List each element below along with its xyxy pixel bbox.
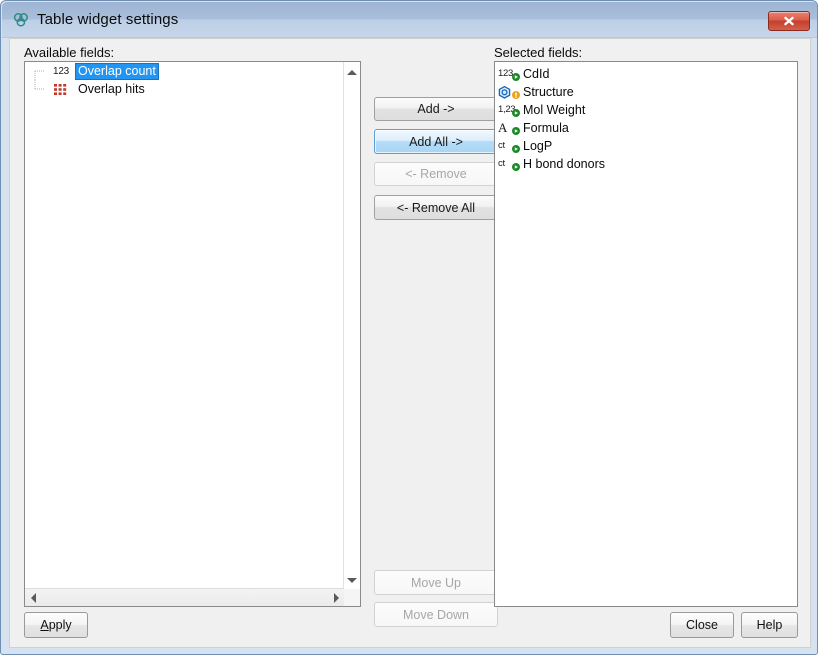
green-arrow-badge xyxy=(512,145,520,153)
title-bar: Table widget settings xyxy=(2,2,817,38)
list-item[interactable]: 123 CdId xyxy=(498,65,797,83)
remove-all-button-label: <- Remove All xyxy=(396,200,476,215)
scroll-up-button[interactable] xyxy=(344,64,360,81)
list-item[interactable]: Structure xyxy=(498,83,797,101)
apply-mnemonic: A xyxy=(40,618,49,632)
number-123-icon: 123 xyxy=(498,66,520,82)
horizontal-scrollbar[interactable] xyxy=(25,588,344,606)
list-item-label: Mol Weight xyxy=(523,103,586,117)
apply-button[interactable]: Apply xyxy=(24,612,88,638)
icon-glyph: ct xyxy=(498,140,505,151)
list-item-label: Overlap count xyxy=(75,62,159,80)
scroll-down-button[interactable] xyxy=(344,572,360,589)
close-x-glyph xyxy=(784,16,794,26)
list-item-label: CdId xyxy=(523,67,550,81)
remove-button-label: <- Remove xyxy=(405,167,467,181)
close-button-label: Close xyxy=(686,618,718,632)
vertical-scrollbar[interactable] xyxy=(343,62,360,589)
triangle-right-icon xyxy=(333,592,339,603)
triangle-down-icon xyxy=(347,578,357,583)
icon-glyph: A xyxy=(498,120,508,135)
apply-rest: pply xyxy=(48,618,72,632)
text-ct-icon: ct xyxy=(498,138,520,154)
add-button-label: Add -> xyxy=(417,102,455,116)
list-item[interactable]: ct LogP xyxy=(498,137,797,155)
selected-fields-label: Selected fields: xyxy=(494,45,583,60)
add-button[interactable]: Add -> xyxy=(374,97,498,121)
apply-button-label: Apply xyxy=(40,618,71,632)
help-button[interactable]: Help xyxy=(741,612,798,638)
list-item[interactable]: 1,23 Mol Weight xyxy=(498,101,797,119)
hexagon-glyph xyxy=(498,85,511,99)
list-item[interactable]: Overlap hits xyxy=(25,80,344,98)
table-grid-icon xyxy=(51,82,71,96)
window-title: Table widget settings xyxy=(37,11,179,28)
scrollbar-corner xyxy=(344,589,360,606)
close-icon[interactable] xyxy=(768,11,810,31)
selected-fields-list[interactable]: 123 CdId Structure 1,23 Mol Weight A For… xyxy=(494,61,798,607)
dialog-body: Available fields: Selected fields: 123 O… xyxy=(9,38,811,648)
green-arrow-badge xyxy=(512,163,520,171)
decimal-number-icon: 1,23 xyxy=(498,102,520,118)
molecule-icon xyxy=(11,10,31,30)
available-tree[interactable]: 123 Overlap count Overlap hits xyxy=(25,62,344,589)
triangle-left-icon xyxy=(30,592,36,603)
green-arrow-badge xyxy=(512,73,520,81)
list-item[interactable]: ct H bond donors xyxy=(498,155,797,173)
text-ct-icon: ct xyxy=(498,156,520,172)
available-fields-label: Available fields: xyxy=(24,45,115,60)
help-button-label: Help xyxy=(756,618,783,632)
triangle-up-icon xyxy=(347,70,357,75)
table-widget-settings-dialog: Table widget settings Available fields: … xyxy=(0,0,818,655)
add-all-button[interactable]: Add All -> xyxy=(374,129,498,154)
icon-glyph: 123 xyxy=(498,68,513,79)
number-123-icon: 123 xyxy=(52,65,70,77)
list-item-label: Formula xyxy=(523,121,569,135)
move-down-button-label: Move Down xyxy=(403,607,469,622)
list-item[interactable]: 123 Overlap count xyxy=(25,62,344,80)
available-fields-list[interactable]: 123 Overlap count Overlap hits xyxy=(24,61,361,607)
list-item-label: Structure xyxy=(523,85,574,99)
tree-guide-icon xyxy=(31,62,51,80)
list-item-label: Overlap hits xyxy=(78,81,145,96)
move-down-button: Move Down xyxy=(374,602,498,627)
list-item[interactable]: A Formula xyxy=(498,119,797,137)
move-up-button: Move Up xyxy=(374,570,498,595)
tree-guide-icon xyxy=(31,80,51,98)
list-item-label: H bond donors xyxy=(523,157,606,171)
scroll-right-button[interactable] xyxy=(328,589,344,606)
green-arrow-badge xyxy=(512,127,520,135)
add-all-button-label: Add All -> xyxy=(409,134,463,149)
remove-all-button[interactable]: <- Remove All xyxy=(374,195,498,220)
list-item-label: LogP xyxy=(523,139,553,153)
icon-glyph: ct xyxy=(498,158,505,169)
remove-button: <- Remove xyxy=(374,162,498,186)
structure-hexagon-icon xyxy=(498,84,520,100)
close-button[interactable]: Close xyxy=(670,612,734,638)
scroll-left-button[interactable] xyxy=(25,589,41,606)
selected-field-rows[interactable]: 123 CdId Structure 1,23 Mol Weight A For… xyxy=(495,62,797,606)
orange-warning-badge xyxy=(512,91,520,99)
move-up-button-label: Move Up xyxy=(410,575,462,590)
text-letter-a-icon: A xyxy=(498,120,520,136)
green-arrow-badge xyxy=(512,109,520,117)
